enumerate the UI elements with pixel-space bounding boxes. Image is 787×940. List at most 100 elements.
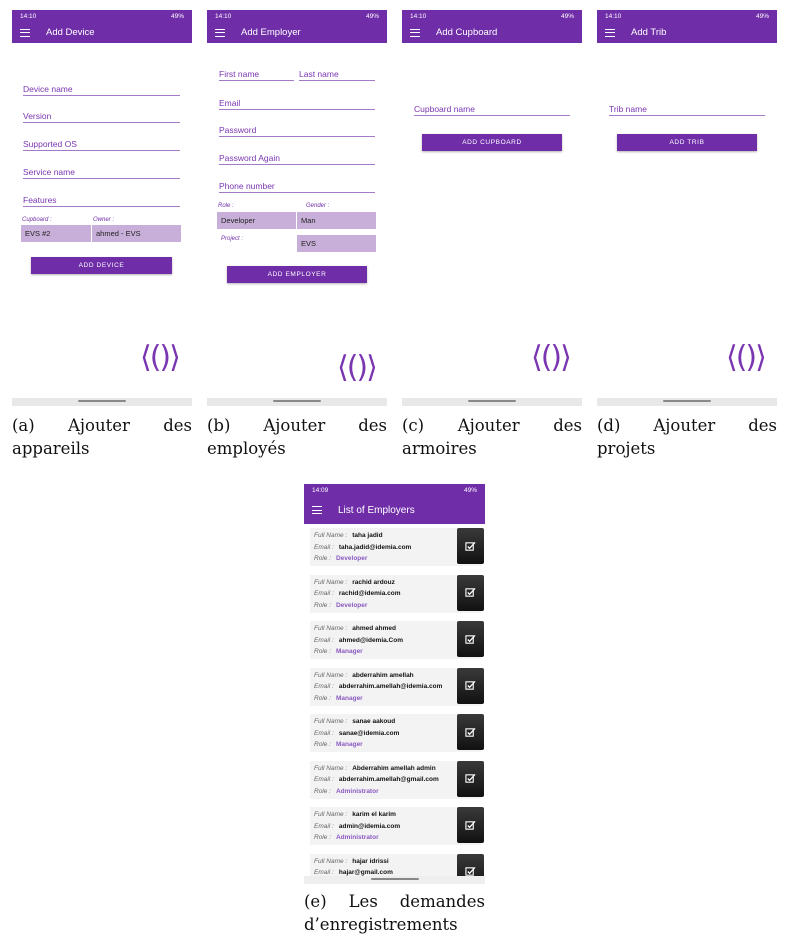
- caption-e-word: Les: [348, 892, 378, 911]
- full-name-label: Full Name :: [314, 625, 348, 632]
- status-battery: 49%: [463, 486, 477, 494]
- table-row: Full Name : karim el karim Email : admin@id…: [310, 807, 484, 845]
- owner-select[interactable]: ahmed - EVS: [92, 225, 182, 242]
- caption-a-line2: appareils: [12, 439, 90, 458]
- employer-role: Administrator: [335, 834, 379, 841]
- employer-name: sanae aakoud: [352, 718, 396, 725]
- employer-name: hajar idrissi: [352, 857, 389, 865]
- status-bar: 14:10 49%: [402, 10, 582, 22]
- full-name-label: Full Name :: [314, 811, 348, 818]
- status-battery: 49%: [755, 12, 769, 20]
- caption-c: (c) Ajouter des armoires: [402, 414, 582, 460]
- caption-d: (d) Ajouter des projets: [597, 414, 777, 460]
- employer-email: ahmed@idemia.Com: [338, 636, 404, 644]
- role-label: Role :: [314, 834, 331, 841]
- app-bar: Add Cupboard: [402, 22, 582, 43]
- last-name-field[interactable]: Last name: [299, 69, 375, 81]
- page-title: List of Employers: [338, 504, 415, 516]
- caption-a-des: des: [163, 416, 192, 435]
- table-row: Full Name : ahmed ahmed Email : ahmed@idemi…: [310, 621, 484, 659]
- caption-c-line2: armoires: [402, 439, 477, 458]
- approve-button[interactable]: [457, 528, 484, 564]
- email-label: Email :: [314, 683, 334, 690]
- gender-select[interactable]: Man: [297, 212, 377, 229]
- status-bar: 14:09 49%: [304, 484, 485, 496]
- project-label: Project :: [221, 236, 244, 242]
- caption-b-des: des: [358, 416, 387, 435]
- employer-email: rachid@idemia.com: [338, 590, 401, 597]
- phone-number-field[interactable]: Phone number: [219, 181, 375, 193]
- employer-email: taha.jadid@idemia.com: [338, 543, 412, 551]
- email-label: Email :: [314, 636, 334, 644]
- page-title: Add Device: [46, 27, 95, 38]
- status-battery: 49%: [560, 12, 574, 20]
- approve-button[interactable]: [457, 714, 484, 750]
- status-time: 14:10: [410, 12, 427, 20]
- features-field[interactable]: Features: [23, 195, 180, 207]
- approve-button[interactable]: [457, 760, 484, 797]
- employer-email: admin@idemia.com: [338, 822, 401, 830]
- employer-name: abderrahim amellah: [352, 671, 414, 679]
- menu-icon[interactable]: [20, 28, 30, 37]
- add-cupboard-button[interactable]: ADD CUPBOARD: [422, 134, 562, 151]
- role-select[interactable]: Developer: [217, 212, 297, 229]
- home-indicator[interactable]: [663, 400, 711, 402]
- employer-email: abderrahim.amellah@idemia.com: [338, 683, 443, 690]
- employer-role: Manager: [335, 648, 363, 655]
- approve-button[interactable]: [457, 574, 484, 611]
- employer-role: Developer: [335, 601, 368, 609]
- checkbox-check-icon: [465, 727, 476, 737]
- status-time: 14:10: [605, 12, 622, 20]
- password-again-field[interactable]: Password Again: [219, 153, 375, 165]
- screen-add-trib: 14:10 49% Add Trib Trib name ADD TRIB ⟨(…: [597, 10, 777, 406]
- brand-logo-icon: ⟨()⟩: [337, 350, 378, 385]
- approve-button[interactable]: [457, 667, 484, 704]
- employer-name: Abderrahim amellah admin: [352, 764, 436, 772]
- password-field[interactable]: Password: [219, 125, 375, 137]
- first-name-field[interactable]: First name: [219, 69, 294, 81]
- table-row: Full Name : abderrahim amellah Email : abde…: [310, 667, 484, 706]
- project-select[interactable]: EVS: [297, 235, 377, 252]
- menu-icon[interactable]: [410, 28, 420, 37]
- checkbox-check-icon: [465, 587, 476, 597]
- caption-d-word: Ajouter: [653, 416, 716, 435]
- trib-name-field[interactable]: Trib name: [609, 104, 765, 116]
- menu-icon[interactable]: [215, 28, 225, 37]
- role-label: Role :: [314, 787, 331, 795]
- caption-a: (a) Ajouter des appareils: [12, 414, 192, 460]
- menu-icon[interactable]: [605, 28, 615, 37]
- email-label: Email :: [314, 543, 334, 551]
- employer-name: taha jadid: [352, 532, 383, 539]
- role-label: Role :: [314, 741, 331, 748]
- owner-label: Owner :: [93, 217, 115, 223]
- email-field[interactable]: Email: [219, 98, 375, 110]
- caption-b-line2: employés: [207, 439, 286, 458]
- nav-bar: [12, 398, 192, 406]
- add-employer-button[interactable]: ADD EMPLOYER: [227, 266, 367, 283]
- home-indicator[interactable]: [370, 878, 419, 880]
- employer-email: sanae@idemia.com: [338, 729, 400, 737]
- service-name-field[interactable]: Service name: [23, 167, 180, 179]
- device-name-field[interactable]: Device name: [23, 84, 180, 96]
- home-indicator[interactable]: [273, 400, 321, 402]
- supported-os-field[interactable]: Supported OS: [23, 139, 180, 151]
- add-trib-button[interactable]: ADD TRIB: [617, 134, 757, 151]
- status-time: 14:10: [20, 12, 37, 20]
- cupboard-select[interactable]: EVS #2: [21, 225, 92, 242]
- gender-label: Gender :: [306, 203, 330, 209]
- home-indicator[interactable]: [468, 400, 516, 402]
- add-device-button[interactable]: ADD DEVICE: [31, 257, 172, 274]
- employer-email: abderrahim.amellah@gmail.com: [338, 776, 439, 783]
- employer-name: ahmed ahmed: [352, 625, 396, 632]
- approve-button[interactable]: [457, 807, 484, 843]
- home-indicator[interactable]: [78, 400, 126, 402]
- employer-name: karim el karim: [352, 811, 396, 818]
- approve-button[interactable]: [457, 621, 484, 657]
- cupboard-name-field[interactable]: Cupboard name: [414, 104, 570, 116]
- menu-icon[interactable]: [312, 506, 322, 515]
- full-name-label: Full Name :: [314, 764, 348, 772]
- employer-name: rachid ardouz: [352, 578, 395, 586]
- email-label: Email :: [314, 822, 334, 830]
- brand-logo-icon: ⟨()⟩: [726, 340, 767, 375]
- version-field[interactable]: Version: [23, 111, 180, 123]
